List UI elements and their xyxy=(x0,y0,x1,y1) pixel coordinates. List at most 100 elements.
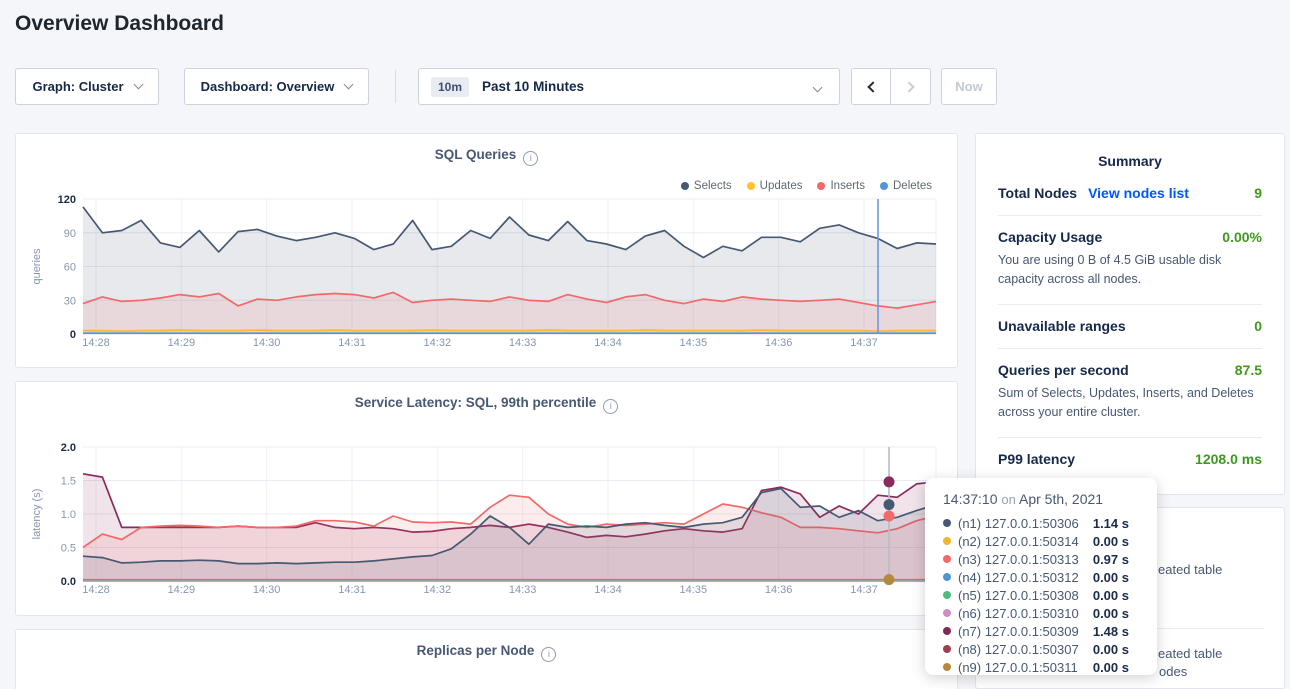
chevron-left-icon xyxy=(867,81,878,92)
svg-text:14:28: 14:28 xyxy=(82,337,110,349)
view-nodes-list-link[interactable]: View nodes list xyxy=(1088,185,1189,201)
capacity-usage-description: You are using 0 B of 4.5 GiB usable disk… xyxy=(998,251,1262,290)
now-button[interactable]: Now xyxy=(941,68,997,105)
toolbar-divider xyxy=(395,70,396,103)
node-color-dot-icon xyxy=(943,573,951,581)
svg-text:14:31: 14:31 xyxy=(338,337,366,349)
node-latency-value: 0.97 s xyxy=(1093,552,1129,567)
sql-queries-chart[interactable]: 030609012014:2814:2914:3014:3114:3214:33… xyxy=(16,134,957,367)
svg-text:queries: queries xyxy=(31,248,43,285)
total-nodes-label: Total Nodes xyxy=(998,185,1077,201)
dashboard-selector-dropdown[interactable]: Dashboard: Overview xyxy=(184,68,369,105)
svg-text:0.0: 0.0 xyxy=(61,576,76,588)
queries-per-second-value: 87.5 xyxy=(1235,362,1262,378)
node-color-dot-icon xyxy=(943,591,951,599)
node-address: (n8) 127.0.0.1:50307 xyxy=(958,642,1079,657)
svg-text:0: 0 xyxy=(70,329,76,341)
p99-latency-value: 1208.0 ms xyxy=(1195,451,1262,467)
svg-text:14:33: 14:33 xyxy=(509,584,537,596)
time-next-button[interactable] xyxy=(891,68,931,105)
node-color-dot-icon xyxy=(943,627,951,635)
p99-latency-label: P99 latency xyxy=(998,451,1075,467)
unavailable-ranges-label: Unavailable ranges xyxy=(998,318,1126,334)
tooltip-node-row: (n2) 127.0.0.1:50314 0.00 s xyxy=(925,532,1157,550)
node-latency-value: 0.00 s xyxy=(1093,660,1129,675)
svg-text:14:37: 14:37 xyxy=(850,337,878,349)
svg-text:14:32: 14:32 xyxy=(424,337,452,349)
node-latency-value: 0.00 s xyxy=(1093,534,1129,549)
service-latency-chart[interactable]: 0.00.51.01.52.014:2814:2914:3014:3114:32… xyxy=(16,382,957,615)
node-color-dot-icon xyxy=(943,555,951,563)
page-title: Overview Dashboard xyxy=(15,12,224,36)
svg-text:14:29: 14:29 xyxy=(168,584,196,596)
svg-text:2.0: 2.0 xyxy=(61,442,76,454)
graph-selector-dropdown[interactable]: Graph: Cluster xyxy=(15,68,159,105)
chevron-down-icon xyxy=(813,83,823,93)
node-latency-value: 0.00 s xyxy=(1093,588,1129,603)
node-latency-value: 0.00 s xyxy=(1093,570,1129,585)
toolbar: Graph: Cluster Dashboard: Overview 10m P… xyxy=(15,68,1285,105)
tooltip-node-row: (n5) 127.0.0.1:503080.00 s xyxy=(925,586,1157,604)
tooltip-node-row: (n7) 127.0.0.1:50309 1.48 s xyxy=(925,622,1157,640)
node-color-dot-icon xyxy=(943,609,951,617)
time-range-badge: 10m xyxy=(431,77,469,97)
node-latency-value: 1.14 s xyxy=(1093,516,1129,531)
svg-text:14:35: 14:35 xyxy=(680,584,708,596)
time-range-label: Past 10 Minutes xyxy=(482,79,584,94)
event-row-fragment[interactable]: odes xyxy=(1159,664,1187,679)
dashboard-selector-label: Dashboard: Overview xyxy=(201,79,335,94)
svg-text:1.5: 1.5 xyxy=(61,476,76,488)
tooltip-date: Apr 5th, 2021 xyxy=(1019,491,1103,507)
summary-heading: Summary xyxy=(998,153,1262,169)
info-icon[interactable]: i xyxy=(541,647,556,662)
svg-text:14:33: 14:33 xyxy=(509,337,537,349)
node-latency-value: 0.00 s xyxy=(1093,606,1129,621)
node-latency-value: 0.00 s xyxy=(1093,642,1129,657)
svg-text:14:34: 14:34 xyxy=(594,337,622,349)
chart-title-text: Replicas per Node xyxy=(417,643,535,658)
chevron-down-icon xyxy=(133,80,143,90)
svg-text:14:36: 14:36 xyxy=(765,584,793,596)
graph-selector-label: Graph: Cluster xyxy=(32,79,123,94)
svg-text:14:36: 14:36 xyxy=(765,337,793,349)
total-nodes-value: 9 xyxy=(1254,185,1262,201)
time-range-dropdown[interactable]: 10m Past 10 Minutes xyxy=(418,68,840,105)
node-color-dot-icon xyxy=(943,663,951,671)
time-prev-button[interactable] xyxy=(851,68,891,105)
svg-text:1.0: 1.0 xyxy=(61,509,76,521)
time-step-button-group xyxy=(851,68,931,105)
node-address: (n7) 127.0.0.1:50309 xyxy=(958,624,1079,639)
replicas-per-node-chart-card: Replicas per Node i xyxy=(15,629,958,689)
svg-text:120: 120 xyxy=(58,194,76,206)
node-address: (n2) 127.0.0.1:50314 xyxy=(958,534,1079,549)
svg-text:14:28: 14:28 xyxy=(82,584,110,596)
tooltip-timestamp: 14:37:10 on Apr 5th, 2021 xyxy=(925,478,1157,514)
tooltip-node-row: (n1) 127.0.0.1:503061.14 s xyxy=(925,514,1157,532)
node-address: (n6) 127.0.0.1:50310 xyxy=(958,606,1079,621)
capacity-usage-value: 0.00% xyxy=(1222,229,1262,245)
node-address: (n3) 127.0.0.1:50313 xyxy=(958,552,1079,567)
tooltip-node-row: (n3) 127.0.0.1:50313 0.97 s xyxy=(925,550,1157,568)
svg-text:14:29: 14:29 xyxy=(168,337,196,349)
svg-text:0.5: 0.5 xyxy=(61,543,76,555)
svg-text:14:34: 14:34 xyxy=(594,584,622,596)
node-color-dot-icon xyxy=(943,537,951,545)
svg-text:14:30: 14:30 xyxy=(253,584,281,596)
node-color-dot-icon xyxy=(943,519,951,527)
svg-text:30: 30 xyxy=(64,295,76,307)
summary-row-capacity-usage: Capacity Usage 0.00% You are using 0 B o… xyxy=(998,216,1262,305)
summary-panel: Summary Total Nodes View nodes list 9 Ca… xyxy=(975,133,1285,495)
overview-dashboard-page: Overview Dashboard Graph: Cluster Dashbo… xyxy=(0,0,1290,689)
tooltip-time: 14:37:10 xyxy=(943,491,998,507)
summary-row-unavailable-ranges: Unavailable ranges 0 xyxy=(998,305,1262,349)
service-latency-chart-card: Service Latency: SQL, 99th percentilei 0… xyxy=(15,381,958,616)
node-latency-value: 1.48 s xyxy=(1093,624,1129,639)
tooltip-node-row: (n4) 127.0.0.1:503120.00 s xyxy=(925,568,1157,586)
event-row-fragment[interactable]: eated table xyxy=(1158,646,1222,661)
chart-title-replicas-per-node: Replicas per Node i xyxy=(16,643,957,662)
svg-text:60: 60 xyxy=(64,262,76,274)
svg-text:14:32: 14:32 xyxy=(424,584,452,596)
node-color-dot-icon xyxy=(943,645,951,653)
event-row-fragment[interactable]: eated table xyxy=(1158,562,1222,577)
queries-per-second-description: Sum of Selects, Updates, Inserts, and De… xyxy=(998,384,1262,423)
